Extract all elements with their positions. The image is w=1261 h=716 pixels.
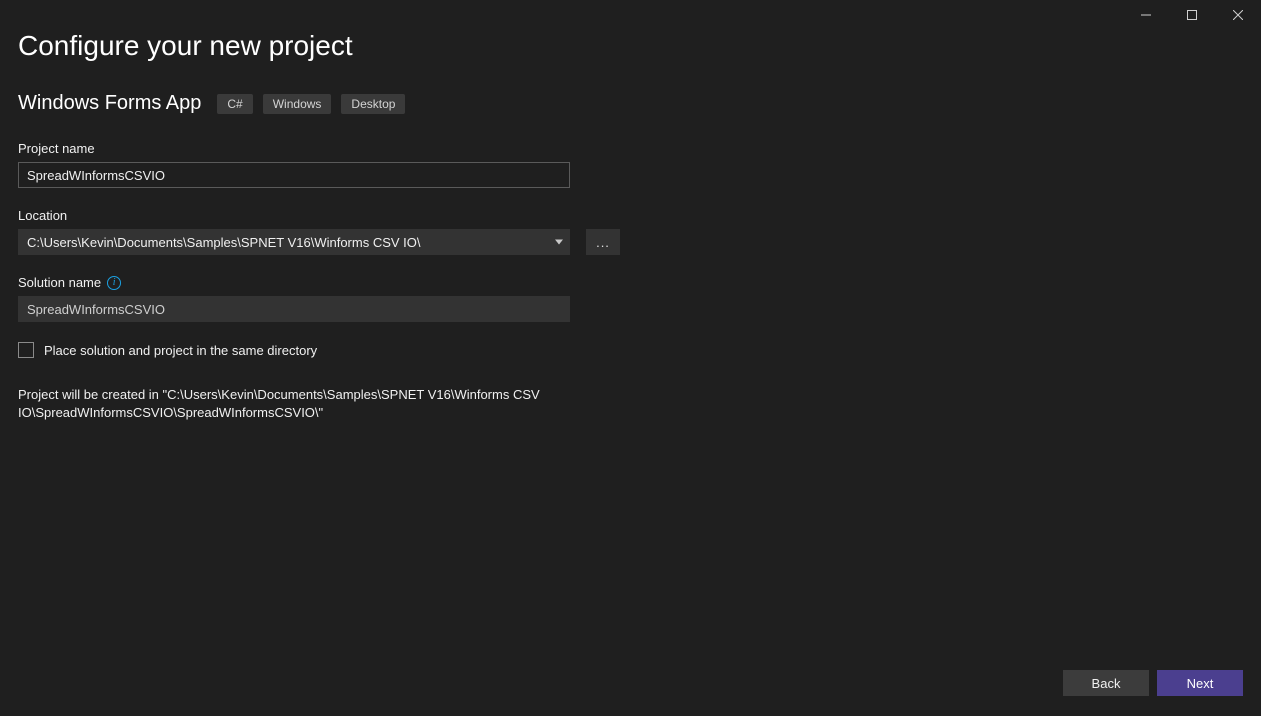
solution-name-label: Solution name i [18,275,1243,290]
place-same-dir-label: Place solution and project in the same d… [44,343,317,358]
project-name-group: Project name [18,141,1243,188]
next-button[interactable]: Next [1157,670,1243,696]
page-title: Configure your new project [18,30,1243,62]
location-combo[interactable]: C:\Users\Kevin\Documents\Samples\SPNET V… [18,229,570,255]
window-chrome [1123,0,1261,30]
location-label: Location [18,208,1243,223]
solution-name-input[interactable] [18,296,570,322]
location-value: C:\Users\Kevin\Documents\Samples\SPNET V… [27,235,421,250]
info-icon[interactable]: i [107,276,121,290]
tag-desktop: Desktop [341,94,405,114]
back-button[interactable]: Back [1063,670,1149,696]
project-path-info: Project will be created in "C:\Users\Kev… [18,386,578,422]
tag-windows: Windows [263,94,332,114]
subtitle-row: Windows Forms App C# Windows Desktop [18,92,1243,115]
project-name-input[interactable] [18,162,570,188]
solution-name-label-text: Solution name [18,275,101,290]
browse-button[interactable]: ... [586,229,620,255]
place-same-dir-row: Place solution and project in the same d… [18,342,1243,358]
chevron-down-icon [555,240,563,245]
location-group: Location C:\Users\Kevin\Documents\Sample… [18,208,1243,255]
close-icon[interactable] [1215,0,1261,30]
template-name: Windows Forms App [18,92,201,115]
solution-name-group: Solution name i [18,275,1243,322]
project-name-label: Project name [18,141,1243,156]
tag-csharp: C# [217,94,252,114]
footer: Back Next [1063,670,1243,696]
minimize-icon[interactable] [1123,0,1169,30]
maximize-icon[interactable] [1169,0,1215,30]
content-area: Configure your new project Windows Forms… [0,0,1261,422]
place-same-dir-checkbox[interactable] [18,342,34,358]
